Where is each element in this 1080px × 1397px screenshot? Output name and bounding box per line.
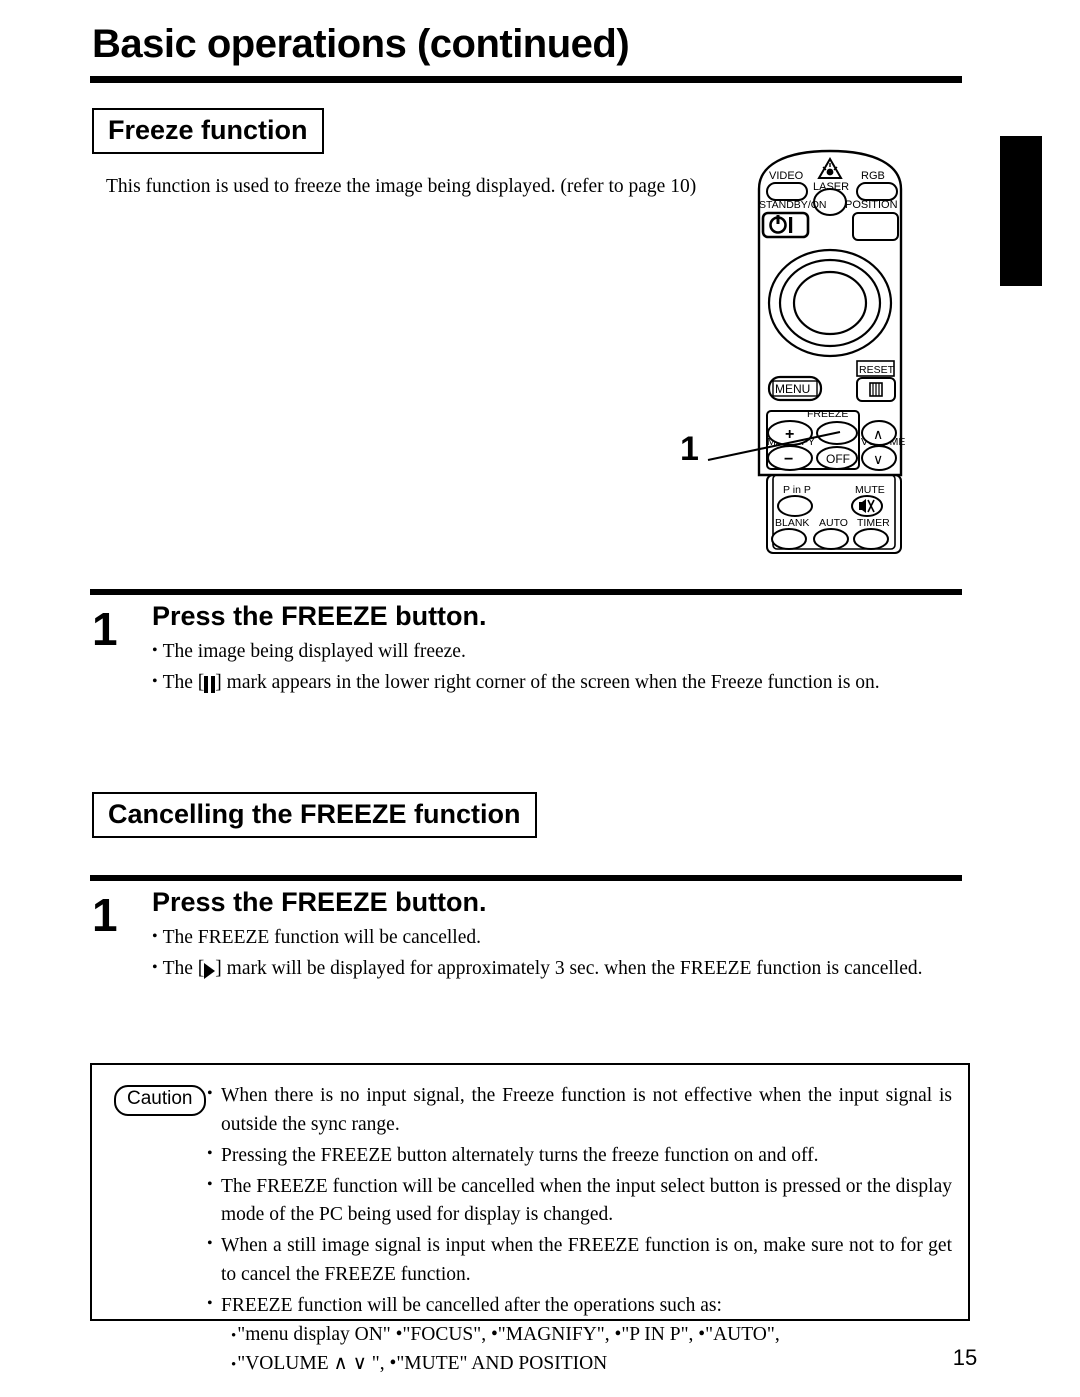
remote-label-pinp: P in P [783,484,811,496]
caution-sub-list: "menu display ON" •"FOCUS", •"MAGNIFY", … [221,1321,952,1379]
freeze-intro-text: This function is used to freeze the imag… [106,176,697,197]
section-heading-cancelling-freeze: Cancelling the FREEZE function [92,792,537,839]
bullet-text-prefix: The [ [162,958,205,980]
document-page: Basic operations (continued) Freeze func… [0,0,1080,1397]
step-cancel: 1 Press the FREEZE button. The FREEZE fu… [90,886,970,986]
remote-control-illustration: VIDEO RGB LASER STANDBY/ON POSITION RESE… [745,145,945,555]
edge-index-tab [1000,136,1042,286]
remote-label-standby-on: STANDBY/ON [759,199,826,211]
remote-label-auto: AUTO [819,517,848,529]
caution-item: Pressing the FREEZE button alternately t… [207,1142,952,1171]
step-rule-freeze [90,589,962,595]
callout-number-1: 1 [680,430,699,468]
page-title: Basic operations (continued) [92,22,630,66]
title-underline-rule [90,76,962,83]
remote-label-mute: MUTE [855,484,885,496]
remote-button-video [766,182,808,201]
caution-label: Caution [114,1085,206,1116]
remote-label-timer: TIMER [857,517,890,529]
remote-button-blank [771,528,807,550]
caution-sub-item: "VOLUME ∧ ∨ ", •"MUTE" AND POSITION [231,1350,952,1379]
remote-label-blank: BLANK [775,517,809,529]
step-rule-cancel [90,875,962,881]
remote-button-rgb [856,182,898,201]
remote-button-timer [853,528,889,550]
step-bullet: The [ ] mark appears in the lower right c… [152,667,970,700]
remote-label-rgb: RGB [861,170,885,182]
bullet-text-suffix: ] mark appears in the lower right corner… [215,672,880,694]
step-heading: Press the FREEZE button. [152,887,487,917]
play-mark-icon [204,954,216,986]
step-bullet: The FREEZE function will be cancelled. [152,922,970,954]
remote-label-menu: MENU [775,382,810,396]
remote-button-auto [813,528,849,550]
section-heading-freeze-function: Freeze function [92,108,324,155]
caution-box: Caution When there is no input signal, t… [90,1063,970,1374]
step-heading: Press the FREEZE button. [152,601,487,631]
remote-button-position [852,212,899,241]
caution-sub-item: "menu display ON" •"FOCUS", •"MAGNIFY", … [231,1321,952,1350]
caution-item: The FREEZE function will be cancelled wh… [207,1173,952,1231]
caution-item-list: When there is no input signal, the Freez… [207,1082,952,1381]
step-freeze: 1 Press the FREEZE button. The image bei… [90,600,970,700]
remote-cursor-pad [767,248,893,358]
step-bullet: The [ ] mark will be displayed for approx… [152,953,970,986]
step-bullet: The image being displayed will freeze. [152,636,970,668]
reset-icon [869,382,883,397]
pause-mark-icon [204,668,216,700]
caution-item: FREEZE function will be cancelled after … [207,1292,952,1379]
caution-item: When there is no input signal, the Freez… [207,1082,952,1140]
bullet-text-prefix: The [ [162,672,205,694]
step-number: 1 [92,889,118,941]
remote-label-reset: RESET [859,364,895,376]
page-number: 15 [952,1345,978,1370]
caution-item-text: FREEZE function will be cancelled after … [221,1295,722,1317]
step-number: 1 [92,603,118,655]
remote-button-pinp [777,495,813,517]
step-bullet-list: The FREEZE function will be cancelled. T… [152,922,970,986]
remote-label-video: VIDEO [769,170,804,182]
bullet-text-suffix: ] mark will be displayed for approximate… [215,958,923,980]
step-bullet-list: The image being displayed will freeze. T… [152,636,970,700]
caution-item: When a still image signal is input when … [207,1232,952,1290]
remote-button-mute [851,495,883,517]
callout-leader-line [707,431,841,461]
remote-label-position: POSITION [845,199,898,211]
